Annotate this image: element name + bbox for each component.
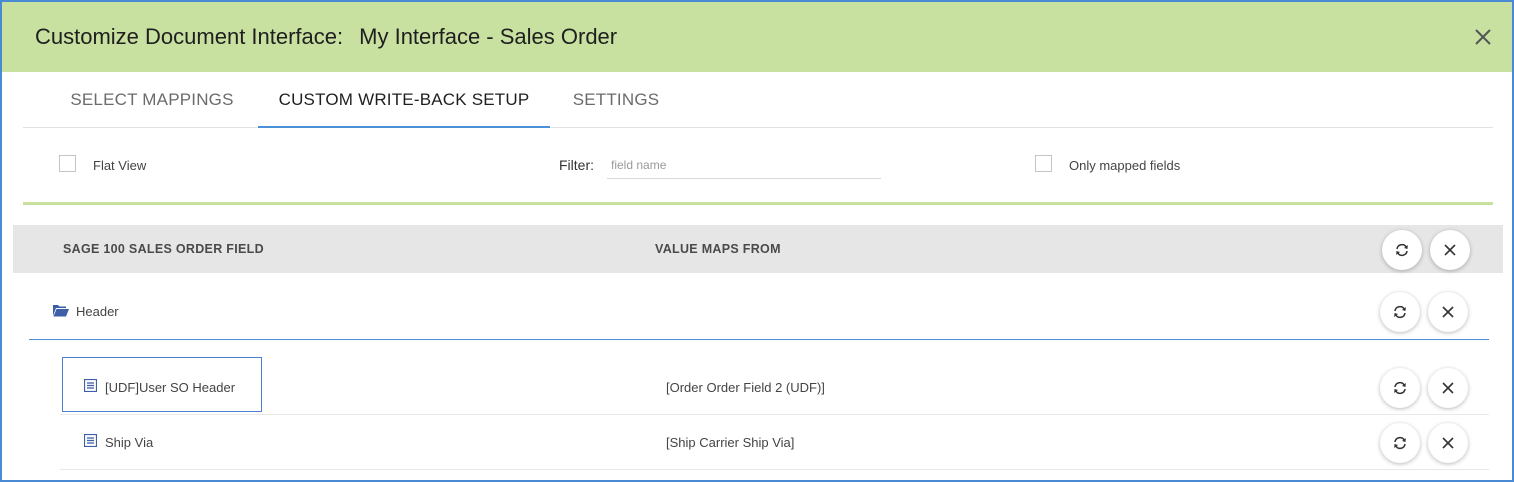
title-interface-name: My Interface - Sales Order: [359, 24, 618, 49]
only-mapped-label: Only mapped fields: [1069, 158, 1181, 173]
close-icon: [1444, 244, 1456, 256]
row-refresh-button[interactable]: [1380, 368, 1420, 408]
filter-input[interactable]: [607, 151, 881, 179]
refresh-icon: [1394, 436, 1406, 450]
maps-from-value[interactable]: [Order Order Field 2 (UDF)]: [666, 380, 825, 395]
filter-label: Filter:: [559, 157, 594, 173]
list-icon: [84, 379, 97, 392]
clear-all-button[interactable]: [1430, 230, 1470, 270]
dialog-title: Customize Document Interface: My Interfac…: [35, 24, 617, 50]
group-clear-button[interactable]: [1428, 292, 1468, 332]
refresh-icon: [1394, 381, 1406, 395]
grid-header: SAGE 100 SALES ORDER FIELD VALUE MAPS FR…: [13, 225, 1503, 273]
filter-bar: Flat View Filter: Only mapped fields: [23, 129, 1493, 205]
only-mapped-checkbox[interactable]: [1035, 155, 1052, 172]
close-icon: [1442, 437, 1454, 449]
title-prefix: Customize Document Interface:: [35, 24, 344, 49]
row-clear-button[interactable]: [1428, 368, 1468, 408]
row-refresh-button[interactable]: [1380, 423, 1420, 463]
customize-document-dialog: Customize Document Interface: My Interfac…: [0, 0, 1514, 482]
field-name: Ship Via: [105, 435, 154, 450]
folder-open-icon: [53, 305, 69, 317]
group-refresh-button[interactable]: [1380, 292, 1420, 332]
group-row-header[interactable]: Header: [29, 282, 1489, 340]
field-name: [UDF]User SO Header: [105, 380, 236, 395]
column-header-field: SAGE 100 SALES ORDER FIELD: [63, 242, 264, 256]
row-clear-button[interactable]: [1428, 423, 1468, 463]
dialog-titlebar: Customize Document Interface: My Interfac…: [2, 2, 1512, 72]
table-row[interactable]: Ship Via [Ship Carrier Ship Via]: [60, 415, 1489, 470]
tab-custom-write-back-setup[interactable]: CUSTOM WRITE-BACK SETUP: [258, 72, 550, 128]
group-label: Header: [76, 304, 119, 319]
refresh-icon: [1396, 243, 1408, 257]
refresh-icon: [1394, 305, 1406, 319]
close-button[interactable]: [1472, 26, 1494, 48]
table-row[interactable]: [UDF]User SO Header [Order Order Field 2…: [60, 357, 1489, 415]
column-header-maps-from: VALUE MAPS FROM: [655, 242, 781, 256]
flat-view-checkbox[interactable]: [59, 155, 76, 172]
tab-select-mappings[interactable]: SELECT MAPPINGS: [45, 72, 259, 128]
maps-from-value[interactable]: [Ship Carrier Ship Via]: [666, 435, 794, 450]
close-icon: [1442, 382, 1454, 394]
tab-settings[interactable]: SETTINGS: [553, 72, 679, 128]
tab-bar: SELECT MAPPINGS CUSTOM WRITE-BACK SETUP …: [23, 72, 1493, 128]
flat-view-label: Flat View: [93, 158, 147, 173]
refresh-all-button[interactable]: [1382, 230, 1422, 270]
close-icon: [1475, 29, 1491, 45]
close-icon: [1442, 306, 1454, 318]
list-icon: [84, 434, 97, 447]
